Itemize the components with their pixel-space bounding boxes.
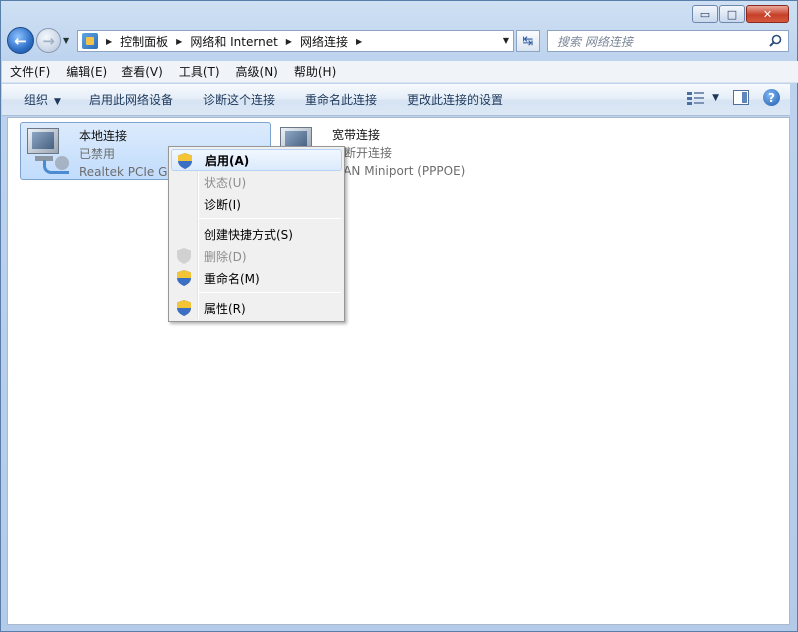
menu-bar: 文件(F) 编辑(E) 查看(V) 工具(T) 高级(N) 帮助(H)	[2, 61, 798, 83]
connection-status: 已禁用	[79, 147, 116, 161]
forward-button[interactable]: →	[36, 28, 61, 53]
menu-tools[interactable]: 工具(T)	[179, 63, 220, 80]
back-button[interactable]: ←	[7, 27, 34, 54]
minimize-button[interactable]: ▭	[692, 5, 718, 23]
search-icon[interactable]	[769, 34, 782, 47]
details-view-icon	[687, 91, 705, 105]
menu-item-rename[interactable]: 重命名(M)	[171, 267, 342, 289]
connection-name: 宽带连接	[332, 128, 381, 142]
uac-shield-icon	[177, 248, 191, 264]
menu-item-delete: 删除(D)	[171, 245, 342, 267]
search-placeholder: 搜索 网络连接	[557, 34, 633, 49]
control-panel-icon	[82, 33, 98, 49]
menu-item-label: 创建快捷方式(S)	[204, 227, 293, 242]
breadcrumb-chevron-icon[interactable]: ▶	[176, 37, 182, 46]
connection-details: 本地连接 已禁用 Realtek PCIe GE	[79, 127, 175, 179]
uac-shield-icon	[177, 270, 191, 286]
menu-item-label: 状态(U)	[204, 175, 247, 190]
change-settings-button[interactable]: 更改此连接的设置	[407, 91, 503, 108]
command-bar: 组织 ▼ 启用此网络设备 诊断这个连接 重命名此连接 更改此连接的设置 ▼ ?	[2, 84, 790, 116]
connection-device: Realtek PCIe GE	[79, 165, 175, 179]
menu-item-label: 删除(D)	[204, 249, 247, 264]
menu-help[interactable]: 帮助(H)	[294, 63, 336, 80]
context-menu: 启用(A) 状态(U) 诊断(I) 创建快捷方式(S) 删除(D) 重命名(M)	[168, 146, 345, 322]
help-icon[interactable]: ?	[763, 89, 780, 106]
maximize-button[interactable]: □	[719, 5, 745, 23]
view-controls: ▼ ?	[687, 89, 780, 106]
connection-status: 已断开连接	[332, 146, 393, 160]
menu-item-enable[interactable]: 启用(A)	[171, 149, 342, 171]
search-input[interactable]: 搜索 网络连接	[547, 30, 789, 52]
breadcrumb-control-panel[interactable]: 控制面板	[120, 33, 168, 50]
menu-item-label: 启用(A)	[205, 153, 250, 168]
uac-shield-icon	[177, 300, 191, 316]
menu-item-status: 状态(U)	[171, 171, 342, 193]
connections-list: 本地连接 已禁用 Realtek PCIe GE 宽带连接 已断开连接 WAN …	[7, 117, 790, 625]
breadcrumb-chevron-icon[interactable]: ▶	[356, 37, 362, 46]
menu-item-label: 重命名(M)	[204, 271, 260, 286]
enable-device-button[interactable]: 启用此网络设备	[89, 91, 173, 108]
uac-shield-icon	[178, 153, 192, 169]
chevron-down-icon: ▼	[712, 92, 719, 103]
menu-item-properties[interactable]: 属性(R)	[171, 297, 342, 319]
organize-button[interactable]: 组织 ▼	[24, 91, 61, 108]
menu-advanced[interactable]: 高级(N)	[236, 63, 278, 80]
connection-details: 宽带连接 已断开连接 WAN Miniport (PPPOE)	[332, 126, 465, 180]
navigation-buttons: ← → ▼	[7, 27, 73, 54]
rename-connection-button[interactable]: 重命名此连接	[305, 91, 377, 108]
refresh-button[interactable]: ↹	[516, 30, 540, 52]
connection-name: 本地连接	[79, 129, 128, 143]
connection-device: WAN Miniport (PPPOE)	[332, 164, 466, 178]
menu-separator	[199, 218, 341, 219]
recent-pages-dropdown-icon[interactable]: ▼	[63, 36, 73, 45]
address-bar[interactable]: ▶ 控制面板 ▶ 网络和 Internet ▶ 网络连接 ▶ ▼	[77, 30, 514, 52]
breadcrumb-network-internet[interactable]: 网络和 Internet	[190, 33, 277, 50]
caption-buttons: ▭ □ ✕	[692, 5, 789, 23]
address-dropdown-icon[interactable]: ▼	[503, 36, 509, 45]
explorer-window: ▭ □ ✕ ← → ▼ ▶ 控制面板 ▶ 网络和 Internet ▶ 网络连接…	[0, 0, 798, 632]
breadcrumb-chevron-icon[interactable]: ▶	[286, 37, 292, 46]
menu-item-label: 属性(R)	[204, 301, 246, 316]
organize-label: 组织	[24, 93, 49, 107]
menu-item-label: 诊断(I)	[204, 197, 241, 212]
menu-item-create-shortcut[interactable]: 创建快捷方式(S)	[171, 223, 342, 245]
close-button[interactable]: ✕	[746, 5, 789, 23]
refresh-icon: ↹	[522, 33, 534, 49]
menu-view[interactable]: 查看(V)	[121, 63, 163, 80]
breadcrumb-chevron-icon[interactable]: ▶	[106, 37, 112, 46]
chevron-down-icon: ▼	[54, 97, 61, 107]
change-view-button[interactable]: ▼	[687, 91, 719, 105]
menu-edit[interactable]: 编辑(E)	[66, 63, 107, 80]
breadcrumb-network-connections[interactable]: 网络连接	[300, 33, 348, 50]
diagnose-connection-button[interactable]: 诊断这个连接	[203, 91, 275, 108]
menu-item-diagnose[interactable]: 诊断(I)	[171, 193, 342, 215]
menu-file[interactable]: 文件(F)	[10, 63, 50, 80]
preview-pane-icon[interactable]	[733, 90, 749, 105]
network-adapter-disabled-icon	[25, 126, 75, 178]
menu-separator	[199, 292, 341, 293]
